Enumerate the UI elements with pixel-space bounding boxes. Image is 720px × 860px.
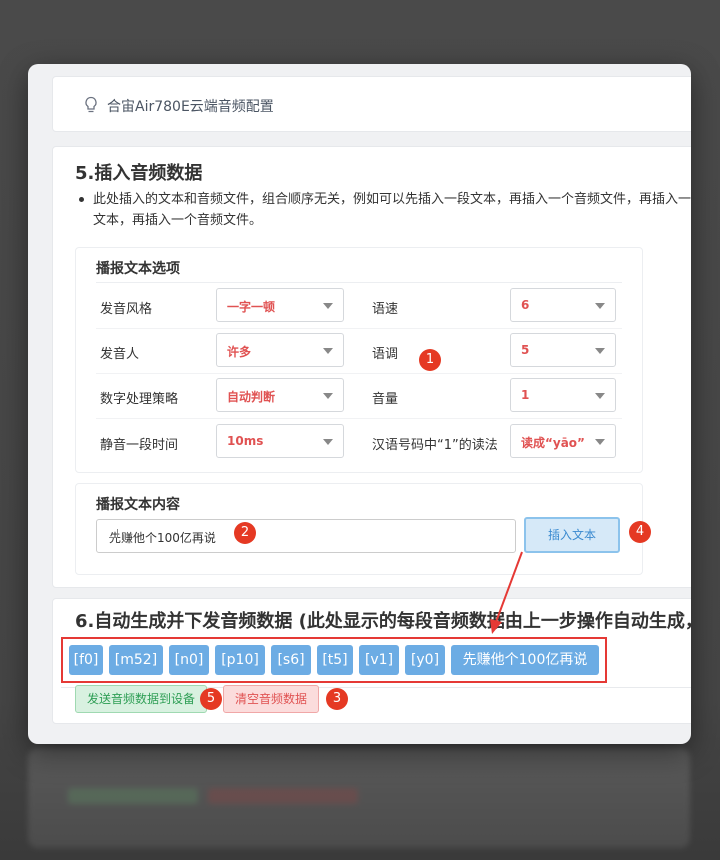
reflection-send-button (68, 788, 198, 804)
annotation-badge: 2 (234, 522, 256, 544)
reflection-clear-button (208, 788, 358, 804)
annotation-badge: 5 (200, 688, 222, 710)
annotation-arrow (490, 551, 523, 634)
annotation-badge: 1 (419, 349, 441, 371)
app-window: 合宙Air780E云端音频配置 5.插入音频数据 此处插入的文本和音频文件，组合… (28, 64, 691, 744)
annotation-badge: 4 (629, 521, 651, 543)
annotation-badge: 3 (326, 688, 348, 710)
window-reflection (28, 748, 690, 848)
